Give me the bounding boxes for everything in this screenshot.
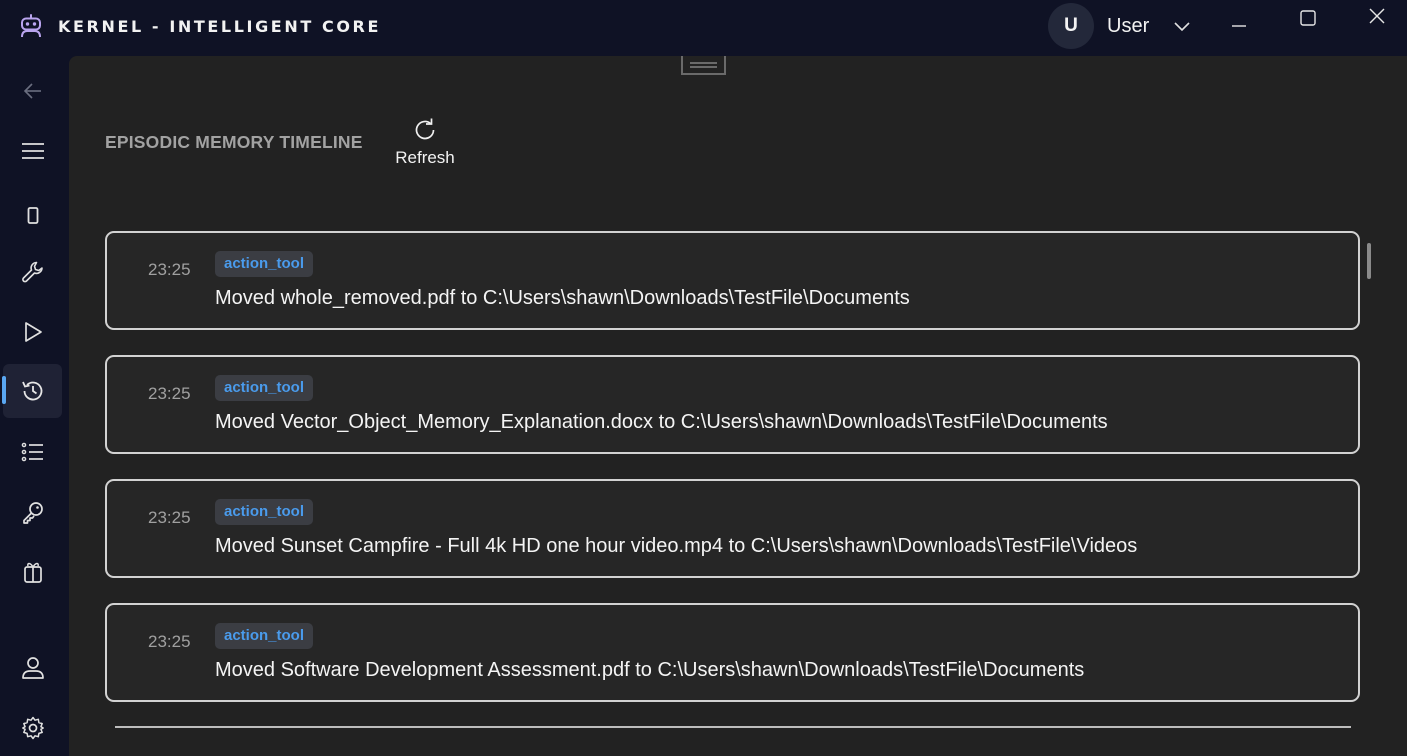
nav-item-device[interactable]	[3, 189, 62, 243]
memory-tag: action_tool	[215, 623, 314, 649]
maximize-icon	[1300, 10, 1316, 26]
chevron-down-icon[interactable]	[1172, 16, 1192, 36]
memory-time: 23:25	[148, 384, 191, 403]
user-name[interactable]: User	[1107, 15, 1149, 38]
history-icon	[21, 381, 42, 401]
menu-toggle-button[interactable]	[3, 124, 62, 178]
phone-icon	[27, 207, 38, 224]
wrench-icon	[21, 261, 43, 283]
nav-item-history[interactable]	[3, 364, 62, 418]
minimize-icon	[1232, 25, 1246, 27]
memory-card[interactable]: 23:25 action_tool Moved Software Develop…	[105, 603, 1360, 702]
nav-item-tasks[interactable]	[3, 425, 62, 479]
memory-tag: action_tool	[215, 375, 314, 401]
page-title: EPISODIC MEMORY TIMELINE	[105, 132, 363, 152]
settings-gear-icon	[21, 716, 44, 740]
memory-card[interactable]: 23:25 action_tool Moved whole_removed.pd…	[105, 231, 1360, 330]
memory-card[interactable]: 23:25 action_tool Moved Vector_Object_Me…	[105, 355, 1360, 454]
nav-item-settings[interactable]	[3, 701, 62, 755]
memory-text: Moved whole_removed.pdf to C:\Users\shaw…	[215, 287, 910, 309]
maximize-button[interactable]	[1275, 0, 1341, 36]
memory-tag: action_tool	[215, 251, 314, 277]
memory-time: 23:25	[148, 508, 191, 527]
nav-item-profile[interactable]	[3, 641, 62, 695]
user-avatar[interactable]: U	[1048, 3, 1094, 49]
robot-logo-icon	[21, 14, 41, 38]
app-title: KERNEL - INTELLIGENT CORE	[58, 17, 382, 36]
back-arrow-icon	[23, 83, 41, 99]
minimize-button[interactable]	[1206, 0, 1272, 36]
memory-tag: action_tool	[215, 499, 314, 525]
close-icon	[1369, 8, 1385, 24]
memory-text: Moved Software Development Assessment.pd…	[215, 659, 1085, 681]
refresh-label: Refresh	[395, 148, 455, 167]
navigation-rail	[0, 56, 69, 756]
memory-time: 23:25	[148, 260, 191, 279]
hamburger-menu-icon	[21, 143, 44, 159]
memory-card[interactable]: 23:25 action_tool Moved Sunset Campfire …	[105, 479, 1360, 578]
refresh-icon	[415, 118, 435, 140]
nav-item-run[interactable]	[3, 305, 62, 359]
memory-time: 23:25	[148, 632, 191, 651]
next-card-edge	[115, 726, 1351, 728]
nav-item-tools[interactable]	[3, 245, 62, 299]
active-nav-indicator	[2, 376, 6, 404]
back-button[interactable]	[3, 64, 62, 118]
checklist-icon	[21, 442, 43, 462]
main-content: EPISODIC MEMORY TIMELINE Refresh 23:25 a…	[69, 56, 1407, 756]
play-icon	[24, 322, 42, 342]
close-button[interactable]	[1344, 0, 1407, 36]
refresh-button[interactable]: Refresh	[387, 114, 463, 170]
memory-text: Moved Vector_Object_Memory_Explanation.d…	[215, 411, 1108, 433]
nav-item-keys[interactable]	[3, 485, 62, 539]
gift-icon	[23, 562, 42, 583]
memory-text: Moved Sunset Campfire - Full 4k HD one h…	[215, 535, 1138, 557]
nav-item-extras[interactable]	[3, 545, 62, 599]
key-icon	[22, 502, 43, 524]
scrollbar-thumb[interactable]	[1367, 243, 1371, 279]
user-icon	[21, 657, 44, 679]
drag-handle[interactable]	[681, 56, 726, 75]
title-bar: KERNEL - INTELLIGENT CORE U User	[0, 0, 1407, 56]
